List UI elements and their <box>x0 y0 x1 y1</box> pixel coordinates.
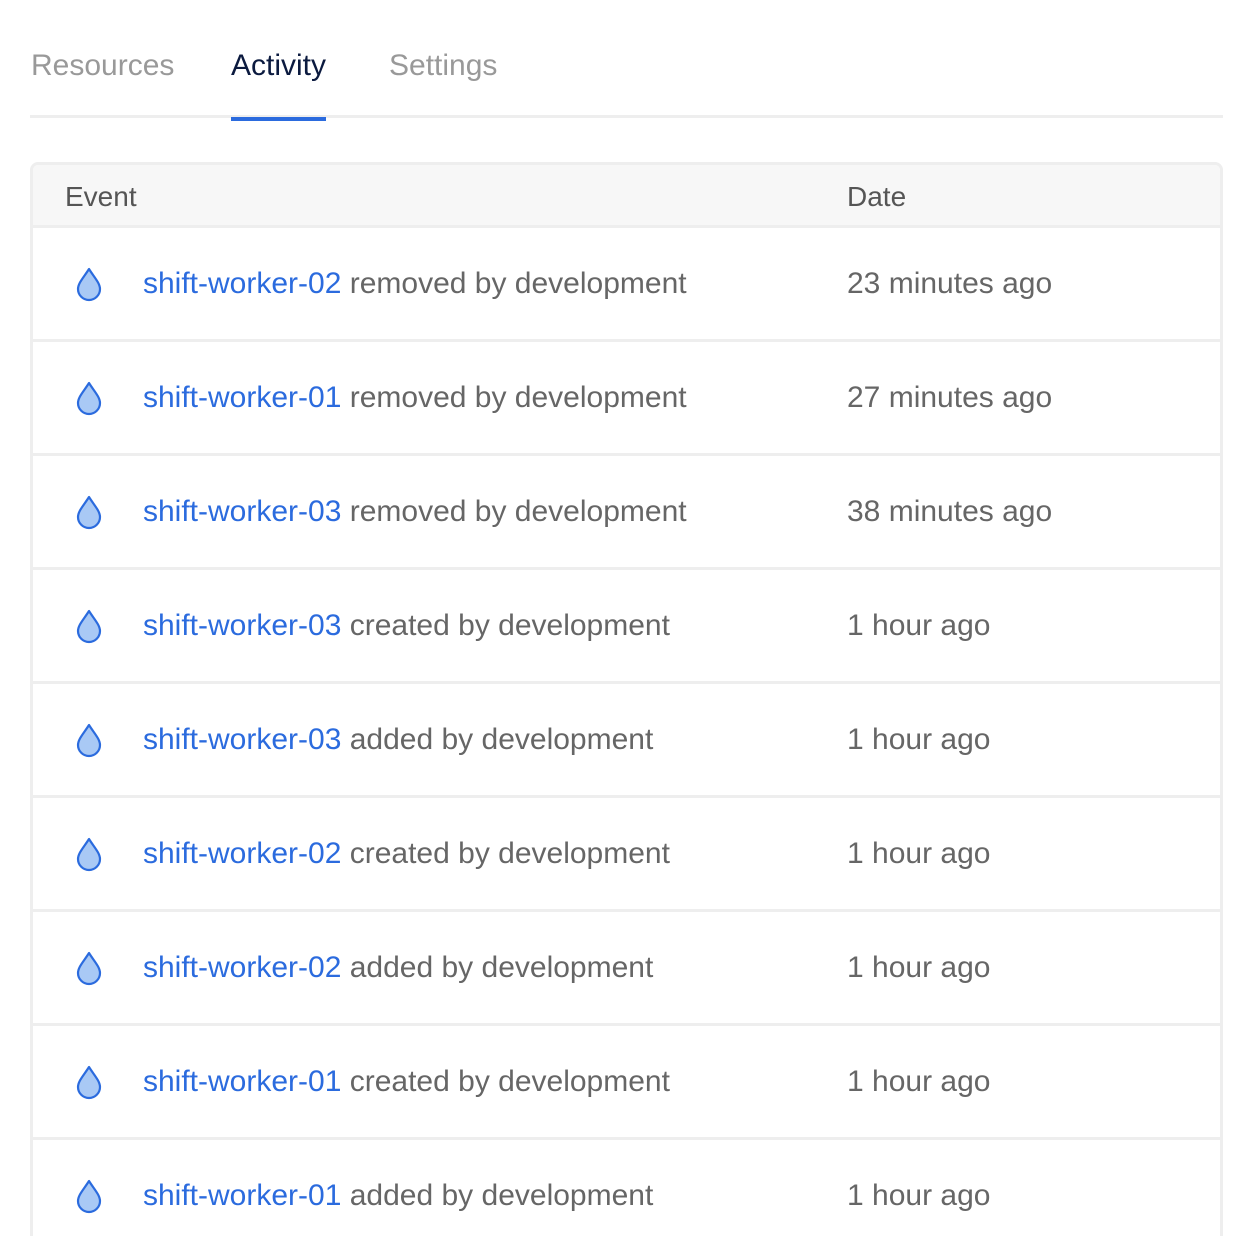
tab-activity[interactable]: Activity <box>231 46 327 121</box>
table-header: Event Date <box>33 165 1220 228</box>
event-text: shift-worker-01 removed by development <box>143 378 687 418</box>
event-action: created by development <box>349 837 670 870</box>
activity-table: Event Date shift-worker-02 removed by de… <box>30 162 1223 1236</box>
event-text: shift-worker-03 added by development <box>143 720 653 760</box>
resource-link[interactable]: shift-worker-02 <box>143 951 341 984</box>
tab-settings[interactable]: Settings <box>389 46 497 118</box>
event-action: created by development <box>349 1065 670 1098</box>
droplet-icon <box>73 1178 105 1214</box>
event-text: shift-worker-01 added by development <box>143 1176 653 1216</box>
table-row: shift-worker-03 created by development 1… <box>33 570 1220 684</box>
event-action: removed by development <box>349 267 687 300</box>
event-action: added by development <box>349 951 654 984</box>
table-row: shift-worker-01 removed by development 2… <box>33 342 1220 456</box>
event-date: 23 minutes ago <box>847 267 1053 300</box>
event-date: 1 hour ago <box>847 723 991 756</box>
droplet-icon <box>73 722 105 758</box>
event-action: added by development <box>349 723 654 756</box>
resource-link[interactable]: shift-worker-02 <box>143 267 341 300</box>
event-action: created by development <box>349 609 670 642</box>
droplet-icon <box>73 1064 105 1100</box>
resource-link[interactable]: shift-worker-03 <box>143 495 341 528</box>
tab-bar: Resources Activity Settings <box>30 0 1223 121</box>
resource-link[interactable]: shift-worker-01 <box>143 1065 341 1098</box>
event-action: removed by development <box>349 381 687 414</box>
event-text: shift-worker-03 removed by development <box>143 492 687 532</box>
resource-link[interactable]: shift-worker-02 <box>143 837 341 870</box>
event-text: shift-worker-03 created by development <box>143 606 670 646</box>
droplet-icon <box>73 494 105 530</box>
column-header-date: Date <box>847 181 907 212</box>
event-date: 1 hour ago <box>847 609 991 642</box>
event-text: shift-worker-02 added by development <box>143 948 653 988</box>
droplet-icon <box>73 608 105 644</box>
table-row: shift-worker-03 added by development 1 h… <box>33 684 1220 798</box>
droplet-icon <box>73 836 105 872</box>
droplet-icon <box>73 380 105 416</box>
event-date: 38 minutes ago <box>847 495 1053 528</box>
column-header-event: Event <box>65 181 137 212</box>
event-text: shift-worker-02 created by development <box>143 834 670 874</box>
tab-resources[interactable]: Resources <box>31 46 174 118</box>
table-row: shift-worker-02 created by development 1… <box>33 798 1220 912</box>
table-row: shift-worker-02 added by development 1 h… <box>33 912 1220 1026</box>
table-row: shift-worker-01 created by development 1… <box>33 1026 1220 1140</box>
table-row: shift-worker-02 removed by development 2… <box>33 228 1220 342</box>
event-text: shift-worker-02 removed by development <box>143 264 687 304</box>
table-body: shift-worker-02 removed by development 2… <box>33 228 1220 1236</box>
activity-page: Resources Activity Settings Event Date s… <box>0 0 1244 1236</box>
table-row: shift-worker-01 added by development 1 h… <box>33 1140 1220 1236</box>
event-date: 1 hour ago <box>847 1179 991 1212</box>
event-action: removed by development <box>349 495 687 528</box>
event-text: shift-worker-01 created by development <box>143 1062 670 1102</box>
table-row: shift-worker-03 removed by development 3… <box>33 456 1220 570</box>
event-date: 27 minutes ago <box>847 381 1053 414</box>
resource-link[interactable]: shift-worker-01 <box>143 381 341 414</box>
event-date: 1 hour ago <box>847 837 991 870</box>
event-date: 1 hour ago <box>847 1065 991 1098</box>
event-action: added by development <box>349 1179 654 1212</box>
droplet-icon <box>73 266 105 302</box>
resource-link[interactable]: shift-worker-01 <box>143 1179 341 1212</box>
droplet-icon <box>73 950 105 986</box>
resource-link[interactable]: shift-worker-03 <box>143 609 341 642</box>
resource-link[interactable]: shift-worker-03 <box>143 723 341 756</box>
event-date: 1 hour ago <box>847 951 991 984</box>
